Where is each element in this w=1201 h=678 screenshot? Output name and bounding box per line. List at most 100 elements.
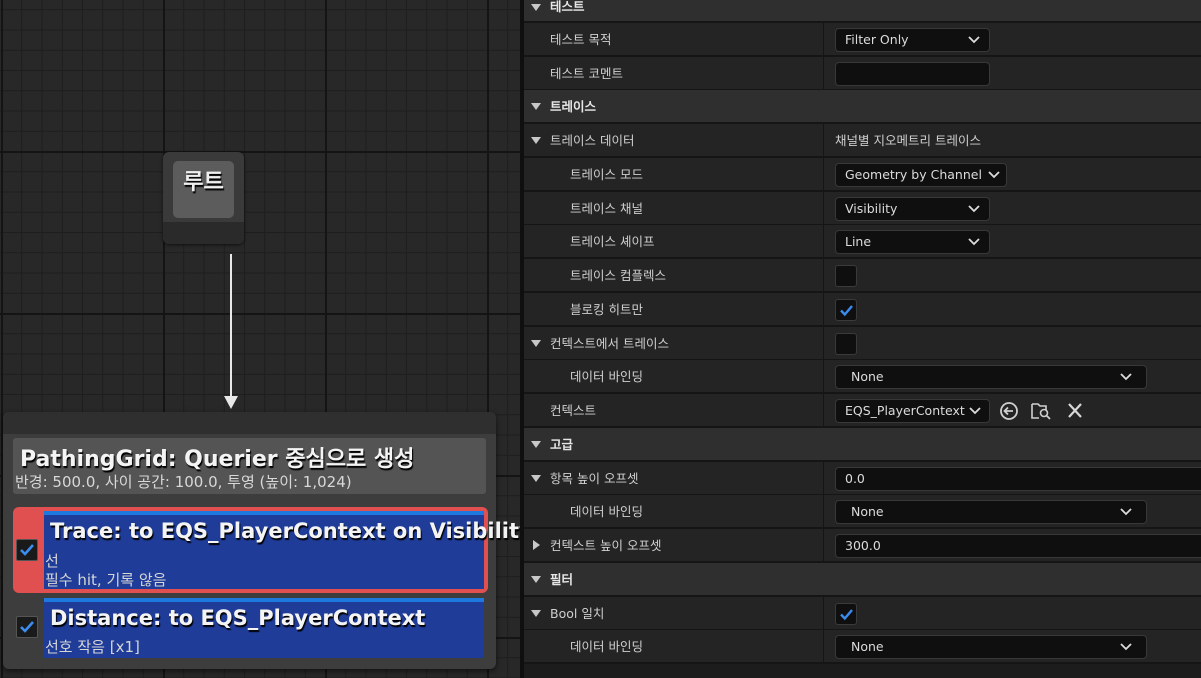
collapse-arrow-icon[interactable] <box>531 576 541 583</box>
category-advanced[interactable]: 고급 <box>524 428 1201 461</box>
clear-close-icon[interactable] <box>1064 401 1086 421</box>
trace-mode-dropdown[interactable]: Geometry by Channel <box>835 163 1007 187</box>
collapse-arrow-icon[interactable] <box>531 340 541 347</box>
test-comment-input[interactable] <box>835 62 990 86</box>
connection-arrow-icon <box>224 396 238 409</box>
property-trace-channel: 트레이스 채널 Visibility <box>524 192 1201 225</box>
dropdown-value: Visibility <box>845 201 898 216</box>
test-description: 선 <box>45 552 59 570</box>
trace-from-context-checkbox[interactable] <box>835 333 857 355</box>
property-label: 데이터 바인딩 <box>570 639 643 654</box>
category-label: 트레이스 <box>550 99 597 114</box>
collapse-arrow-icon[interactable] <box>531 137 541 144</box>
generator-title: PathingGrid: Querier 중심으로 생성 <box>20 447 415 472</box>
property-label: 테스트 코멘트 <box>550 66 623 81</box>
use-selected-icon[interactable] <box>998 401 1020 421</box>
chevron-down-icon <box>968 36 980 44</box>
property-label: 테스트 목적 <box>550 32 612 47</box>
root-node-output-pin[interactable] <box>163 222 244 244</box>
test-enabled-checkbox[interactable] <box>16 539 38 561</box>
test-body: Trace: to EQS_PlayerContext on Visibilit… <box>44 511 520 589</box>
property-label: 블로킹 히트만 <box>570 302 643 317</box>
details-panel: 테스트 테스트 목적 Filter Only 테스트 코멘트 트레이스 트레이스… <box>524 0 1201 678</box>
property-test-comment: 테스트 코멘트 <box>524 57 1201 90</box>
trace-shape-dropdown[interactable]: Line <box>835 230 990 254</box>
property-bool-data-binding: 데이터 바인딩 None <box>524 630 1201 663</box>
collapse-arrow-icon[interactable] <box>531 475 541 482</box>
dropdown-value: None <box>851 504 884 519</box>
checkmark-icon <box>20 544 34 556</box>
category-trace[interactable]: 트레이스 <box>524 90 1201 123</box>
dropdown-value: Line <box>845 234 872 249</box>
chevron-down-icon <box>1120 508 1132 516</box>
item-height-offset-input[interactable]: 0.0 <box>835 467 1201 491</box>
test-description: 선호 작음 [x1] <box>45 638 140 656</box>
generator-input-pin[interactable] <box>3 412 496 434</box>
property-trace-shape: 트레이스 셰이프 Line <box>524 225 1201 258</box>
checkmark-icon <box>20 621 34 633</box>
property-label: 트레이스 셰이프 <box>570 234 655 249</box>
context-height-offset-input[interactable]: 300.0 <box>835 534 1201 558</box>
property-label: 데이터 바인딩 <box>570 369 643 384</box>
chevron-down-icon <box>968 238 980 246</box>
category-label: 필터 <box>550 572 574 587</box>
context-dropdown[interactable]: EQS_PlayerContext <box>835 399 990 423</box>
chevron-down-icon <box>969 407 981 415</box>
generator-header: PathingGrid: Querier 중심으로 생성 반경: 500.0, … <box>13 438 486 494</box>
checkmark-icon <box>840 609 853 621</box>
property-bool-match: Bool 일치 <box>524 597 1201 630</box>
category-label: 고급 <box>550 437 574 452</box>
data-binding-dropdown[interactable]: None <box>835 365 1147 389</box>
generator-subtitle: 반경: 500.0, 사이 공간: 100.0, 투영 (높이: 1,024) <box>15 473 352 491</box>
eqs-graph-canvas[interactable]: 루트 PathingGrid: Querier 중심으로 생성 반경: 500.… <box>0 0 520 678</box>
bool-match-checkbox[interactable] <box>835 603 857 625</box>
chevron-down-icon <box>968 205 980 213</box>
collapse-arrow-icon[interactable] <box>531 103 541 110</box>
chevron-down-icon <box>1120 373 1132 381</box>
property-label: 트레이스 채널 <box>570 201 643 216</box>
property-label: 항목 높이 오프셋 <box>550 471 639 486</box>
property-data-binding: 데이터 바인딩 None <box>524 360 1201 393</box>
blocking-hit-checkbox[interactable] <box>835 299 857 321</box>
property-context-height-offset: 컨텍스트 높이 오프셋 300.0 <box>524 529 1201 562</box>
property-trace-data: 트레이스 데이터 채널별 지오메트리 트레이스 <box>524 124 1201 157</box>
eqs-editor: 루트 PathingGrid: Querier 중심으로 생성 반경: 500.… <box>0 0 1201 678</box>
root-node[interactable]: 루트 <box>163 152 244 244</box>
test-description: 필수 hit, 기록 않음 <box>45 571 167 589</box>
dropdown-value: None <box>851 369 884 384</box>
panel-footer-row <box>524 664 1201 678</box>
property-blocking-hit: 블로킹 히트만 <box>524 293 1201 326</box>
dropdown-value: Filter Only <box>845 32 909 47</box>
property-label: 트레이스 컴플렉스 <box>570 268 666 283</box>
test-body: Distance: to EQS_PlayerContext 선호 작음 [x1… <box>44 598 484 658</box>
property-trace-complex: 트레이스 컴플렉스 <box>524 259 1201 292</box>
test-enabled-checkbox[interactable] <box>16 616 38 638</box>
chevron-down-icon <box>1120 643 1132 651</box>
property-label: 컨텍스트에서 트레이스 <box>550 336 669 351</box>
property-item-data-binding: 데이터 바인딩 None <box>524 495 1201 528</box>
test-purpose-dropdown[interactable]: Filter Only <box>835 28 990 52</box>
property-label: 데이터 바인딩 <box>570 504 643 519</box>
collapse-arrow-icon[interactable] <box>531 441 541 448</box>
expand-arrow-icon[interactable] <box>533 540 540 550</box>
item-data-binding-dropdown[interactable]: None <box>835 500 1147 524</box>
property-label: 트레이스 모드 <box>570 167 643 182</box>
bool-data-binding-dropdown[interactable]: None <box>835 635 1147 659</box>
collapse-arrow-icon[interactable] <box>531 610 541 617</box>
category-filter[interactable]: 필터 <box>524 563 1201 596</box>
trace-data-value: 채널별 지오메트리 트레이스 <box>835 133 981 148</box>
property-trace-from-context: 컨텍스트에서 트레이스 <box>524 327 1201 360</box>
test-item-trace[interactable]: Trace: to EQS_PlayerContext on Visibilit… <box>13 507 520 593</box>
dropdown-value: None <box>851 639 884 654</box>
test-item-distance[interactable]: Distance: to EQS_PlayerContext 선호 작음 [x1… <box>13 596 488 660</box>
dropdown-value: EQS_PlayerContext <box>845 403 965 418</box>
property-label: 컨텍스트 높이 오프셋 <box>550 538 662 553</box>
generator-node[interactable]: PathingGrid: Querier 중심으로 생성 반경: 500.0, … <box>3 412 520 669</box>
collapse-arrow-icon[interactable] <box>531 4 541 11</box>
property-trace-mode: 트레이스 모드 Geometry by Channel <box>524 158 1201 191</box>
browse-asset-icon[interactable] <box>1030 401 1052 421</box>
trace-complex-checkbox[interactable] <box>835 265 857 287</box>
root-node-label: 루트 <box>183 170 224 195</box>
trace-channel-dropdown[interactable]: Visibility <box>835 197 990 221</box>
category-test[interactable]: 테스트 <box>524 0 1201 22</box>
